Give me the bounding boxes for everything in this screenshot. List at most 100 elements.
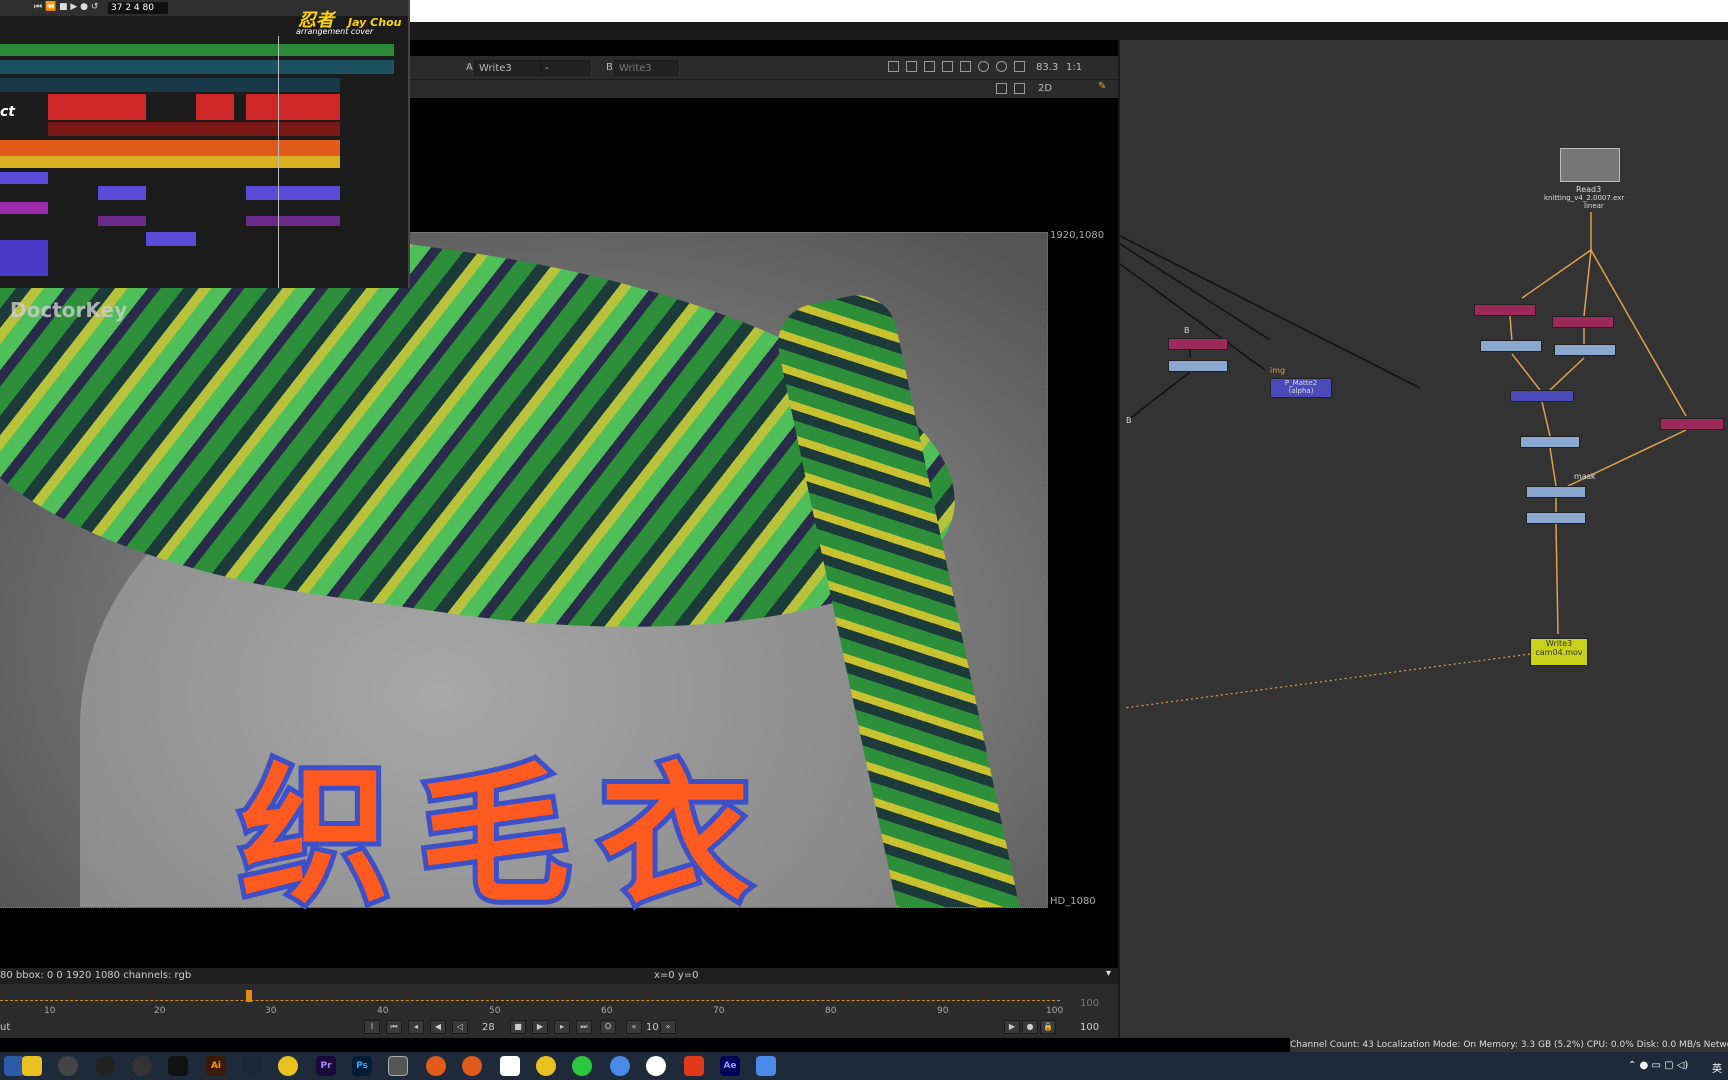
bilibili-icon[interactable] — [756, 1056, 776, 1076]
grade-node[interactable] — [1526, 512, 1586, 524]
grade-node[interactable] — [1660, 418, 1724, 430]
pause-icon[interactable] — [1014, 61, 1025, 72]
photoshop-icon[interactable]: Ps — [352, 1056, 372, 1076]
app-status-bar: Channel Count: 43 Localization Mode: On … — [1290, 1038, 1728, 1052]
node-graph-panel[interactable]: Read3 knitting_v4_2.0007.exr linear mask… — [1118, 40, 1728, 1038]
loop-button[interactable]: O — [600, 1020, 616, 1034]
zoom-value[interactable]: 83.3 — [1036, 62, 1058, 73]
daw-clip — [0, 44, 394, 56]
skip-forward-button[interactable]: ⏭ — [576, 1020, 592, 1034]
folder-icon[interactable] — [22, 1056, 42, 1076]
tick-label: 70 — [713, 1006, 725, 1016]
tick-label: 100 — [1046, 1006, 1064, 1016]
obs-icon[interactable] — [96, 1056, 116, 1076]
input-b-label: B — [1126, 416, 1132, 425]
step-forward-button[interactable]: ▸ — [554, 1020, 570, 1034]
watermark: DoctorKey — [10, 298, 128, 322]
grade-node[interactable] — [1480, 340, 1542, 352]
timeline-ruler[interactable] — [0, 1000, 1060, 1001]
step-back-inc-button[interactable]: « — [626, 1020, 642, 1034]
render-button[interactable]: ● — [1022, 1020, 1038, 1034]
play-button[interactable]: ▶ — [532, 1020, 548, 1034]
select-icon[interactable] — [996, 83, 1007, 94]
ime-indicator[interactable]: 英 — [1712, 1060, 1722, 1075]
refresh-icon[interactable] — [978, 61, 989, 72]
grade-node[interactable] — [1552, 316, 1614, 328]
viewer-status-bar: 80 bbox: 0 0 1920 1080 channels: rgb x=0… — [0, 968, 1118, 984]
tick-label: 40 — [377, 1006, 389, 1016]
overlay-icon[interactable] — [906, 61, 917, 72]
timeline[interactable]: 10 20 30 40 50 60 70 80 90 100 100 ut I … — [0, 984, 1118, 1038]
lock-button[interactable]: 🔒 — [1040, 1020, 1056, 1034]
roi-icon[interactable] — [888, 61, 899, 72]
grade-node[interactable] — [1526, 486, 1586, 498]
read-node-label: Read3 — [1576, 185, 1602, 194]
after-effects-icon[interactable]: Ae — [720, 1056, 740, 1076]
read-node-file: knitting_v4_2.0007.exr — [1544, 194, 1625, 202]
copy-node[interactable] — [1168, 360, 1228, 372]
explorer-icon[interactable] — [4, 1056, 24, 1076]
end-frame-top[interactable]: 100 — [1080, 998, 1099, 1009]
wechat-icon[interactable] — [572, 1056, 592, 1076]
premiere-icon[interactable]: Pr — [316, 1056, 336, 1076]
input-b-select[interactable]: Write3 — [614, 60, 678, 76]
merge-node[interactable] — [1168, 338, 1228, 350]
current-frame[interactable]: 28 — [482, 1022, 495, 1033]
write-node[interactable]: Write3 cam04.mov — [1530, 638, 1588, 666]
stop-button[interactable]: ■ — [510, 1020, 526, 1034]
end-frame-bottom[interactable]: 100 — [1080, 1022, 1099, 1033]
houdini-icon[interactable] — [426, 1056, 446, 1076]
browser-icon[interactable] — [132, 1056, 152, 1076]
wipe-icon[interactable] — [924, 61, 935, 72]
transform-icon[interactable] — [1014, 83, 1025, 94]
nuke-icon[interactable] — [388, 1056, 408, 1076]
step-back-button[interactable]: ◀ — [430, 1020, 446, 1034]
illustrator-icon[interactable]: Ai — [206, 1056, 226, 1076]
read-node-thumbnail[interactable] — [1560, 148, 1620, 182]
first-frame-button[interactable]: I — [364, 1020, 380, 1034]
flipbook-button[interactable]: ▶ — [1004, 1020, 1020, 1034]
write-node-file: cam04.mov — [1535, 648, 1583, 657]
step-increment[interactable]: 10 — [646, 1022, 659, 1033]
baidu-icon[interactable] — [500, 1056, 520, 1076]
view-mode[interactable]: 2D — [1038, 83, 1052, 94]
img-label: img — [1270, 366, 1286, 375]
steam-icon[interactable] — [242, 1056, 262, 1076]
houdini-icon[interactable] — [462, 1056, 482, 1076]
grade-node[interactable] — [1554, 344, 1616, 356]
pencil-icon[interactable]: ✎ — [1098, 81, 1106, 92]
tray-icons[interactable]: ⌃ ● ▭ ▢ ◁) — [1628, 1060, 1688, 1071]
grade-node[interactable] — [1520, 436, 1580, 448]
grade-node[interactable] — [1474, 304, 1536, 316]
chrome-icon[interactable] — [610, 1056, 630, 1076]
pmatte-node[interactable]: P_Matte2 (alpha) — [1270, 378, 1332, 398]
mask-label: mask — [1574, 472, 1596, 481]
tick-label: 10 — [44, 1006, 56, 1016]
app-icon[interactable] — [646, 1056, 666, 1076]
daw-playhead — [278, 36, 279, 288]
qq-icon[interactable] — [168, 1056, 188, 1076]
office-icon[interactable] — [684, 1056, 704, 1076]
skip-back-button[interactable]: ⏮ — [386, 1020, 402, 1034]
format-label-top: 1920,1080 — [1050, 230, 1105, 241]
wipe-mode-select[interactable]: - — [540, 60, 590, 76]
read-node-colorspace: linear — [1584, 202, 1604, 210]
prev-key-button[interactable]: ◂ — [408, 1020, 424, 1034]
playhead[interactable] — [246, 990, 252, 1002]
merge-node[interactable] — [1510, 390, 1574, 402]
chrome-icon[interactable] — [536, 1056, 556, 1076]
daw-clip — [48, 122, 340, 136]
target-icon[interactable] — [996, 61, 1007, 72]
daw-clip — [48, 94, 146, 120]
viewer-toolbar-secondary: 2D ✎ — [410, 80, 1118, 98]
play-back-button[interactable]: ◁ — [452, 1020, 468, 1034]
search-icon[interactable] — [58, 1056, 78, 1076]
step-forward-inc-button[interactable]: » — [660, 1020, 676, 1034]
pmatte-node-label: P_Matte2 — [1284, 379, 1318, 387]
input-a-select[interactable]: Write3 — [474, 60, 544, 76]
compare-icon[interactable] — [942, 61, 953, 72]
chrome-alt-icon[interactable] — [278, 1056, 298, 1076]
ratio-value[interactable]: 1:1 — [1066, 62, 1082, 73]
collapse-icon[interactable]: ▾ — [1106, 966, 1111, 982]
lines-icon[interactable] — [960, 61, 971, 72]
